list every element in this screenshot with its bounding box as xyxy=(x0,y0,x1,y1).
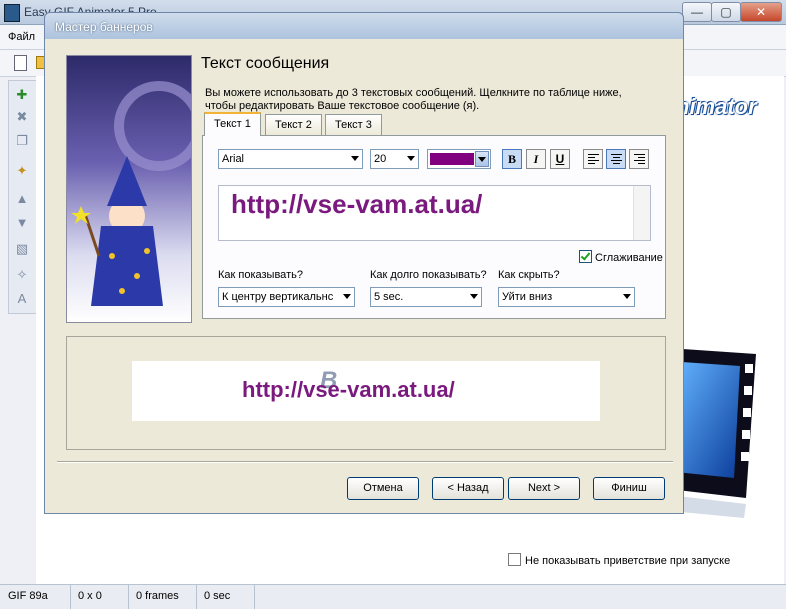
show-mode-label: Как показывать? xyxy=(218,269,303,281)
text-tab-panel: Arial 20 B I U http://vse-vam.at.ua/ Сгл… xyxy=(202,135,666,319)
statusbar: GIF 89a 0 x 0 0 frames 0 sec xyxy=(0,584,786,609)
banner-wizard-dialog: Мастер баннеров Текст сообщения Вы может… xyxy=(44,12,684,514)
brand-logo-text: nimator xyxy=(676,94,757,119)
duration-label: Как долго показывать? xyxy=(370,269,487,281)
smoothing-checkbox[interactable]: Сглаживание xyxy=(579,250,663,264)
wizard-illustration xyxy=(66,55,192,323)
move-down-icon[interactable]: ▼ xyxy=(14,215,30,231)
chevron-down-icon xyxy=(478,157,486,162)
status-duration: 0 sec xyxy=(196,585,255,609)
smoothing-label: Сглаживание xyxy=(595,252,663,264)
align-center-icon xyxy=(611,154,622,166)
text-color-picker[interactable] xyxy=(427,149,491,169)
dialog-title: Мастер баннеров xyxy=(55,20,153,34)
show-mode-value: К центру вертикальнс xyxy=(222,291,334,303)
dont-show-label: Не показывать приветствие при запуске xyxy=(525,555,731,567)
show-mode-select[interactable]: К центру вертикальнс xyxy=(218,287,355,307)
hide-mode-label: Как скрыть? xyxy=(498,269,560,281)
move-up-icon[interactable]: ▲ xyxy=(14,191,30,207)
new-file-icon[interactable] xyxy=(14,55,27,71)
duration-select[interactable]: 5 sec. xyxy=(370,287,482,307)
effects-wand-icon[interactable]: ✧ xyxy=(14,267,30,283)
tab-text-3[interactable]: Текст 3 xyxy=(325,114,382,135)
duration-value: 5 sec. xyxy=(374,291,404,303)
page-description: Вы можете использовать до 3 текстовых со… xyxy=(205,87,622,112)
align-center-button[interactable] xyxy=(606,149,626,169)
color-swatch xyxy=(430,153,474,165)
page-heading: Текст сообщения xyxy=(201,55,330,72)
preview-text: http://vse-vam.at.ua/ xyxy=(242,377,455,402)
dialog-body: Текст сообщения Вы можете использовать д… xyxy=(44,39,684,514)
align-left-icon xyxy=(588,154,599,166)
message-scrollbar[interactable] xyxy=(633,186,650,240)
font-name-select[interactable]: Arial xyxy=(218,149,363,169)
chevron-down-icon xyxy=(343,294,351,299)
back-button[interactable]: < Назад xyxy=(432,477,504,500)
dialog-titlebar: Мастер баннеров xyxy=(44,12,684,40)
checkbox-box[interactable] xyxy=(508,553,521,566)
next-button[interactable]: Next > xyxy=(508,477,580,500)
align-right-button[interactable] xyxy=(629,149,649,169)
color-dropdown-button[interactable] xyxy=(475,151,489,167)
cancel-button[interactable]: Отмена xyxy=(347,477,419,500)
status-format: GIF 89a xyxy=(0,585,71,609)
bold-button[interactable]: B xyxy=(502,149,522,169)
menu-file[interactable]: Файл xyxy=(8,31,35,43)
chevron-down-icon xyxy=(351,156,359,161)
font-size-select[interactable]: 20 xyxy=(370,149,419,169)
chevron-down-icon xyxy=(623,294,631,299)
chevron-down-icon xyxy=(470,294,478,299)
resize-icon[interactable]: ▧ xyxy=(14,241,30,257)
message-value: http://vse-vam.at.ua/ xyxy=(231,189,483,219)
add-frame-icon[interactable]: ✚ xyxy=(14,87,30,103)
duplicate-frame-icon[interactable]: ❐ xyxy=(14,133,30,149)
hide-mode-value: Уйти вниз xyxy=(502,291,553,303)
side-toolbar: ✚ ✖ ❐ ✦ ▲ ▼ ▧ ✧ A xyxy=(8,80,38,314)
chevron-down-icon xyxy=(407,156,415,161)
checkbox-checked-icon[interactable] xyxy=(579,250,592,263)
wizard-icon xyxy=(71,81,191,306)
dont-show-welcome-checkbox[interactable]: Не показывать приветствие при запуске xyxy=(508,553,730,567)
tab-text-1[interactable]: Текст 1 xyxy=(204,112,261,136)
dialog-separator xyxy=(57,461,673,463)
align-left-button[interactable] xyxy=(583,149,603,169)
font-name-value: Arial xyxy=(222,153,245,165)
italic-button[interactable]: I xyxy=(526,149,546,169)
preview-banner: B http://vse-vam.at.ua/ xyxy=(132,361,600,421)
minimize-button[interactable]: — xyxy=(682,2,712,22)
insert-image-icon[interactable]: ✦ xyxy=(14,163,30,179)
text-icon[interactable]: A xyxy=(14,291,30,307)
finish-button[interactable]: Финиш xyxy=(593,477,665,500)
font-size-value: 20 xyxy=(374,153,387,165)
close-button[interactable]: ✕ xyxy=(740,2,782,22)
tab-text-2[interactable]: Текст 2 xyxy=(265,114,322,135)
align-right-icon xyxy=(634,154,645,166)
preview-area: B http://vse-vam.at.ua/ xyxy=(66,336,666,450)
delete-frame-icon[interactable]: ✖ xyxy=(14,109,30,125)
hide-mode-select[interactable]: Уйти вниз xyxy=(498,287,635,307)
underline-button[interactable]: U xyxy=(550,149,570,169)
maximize-button[interactable]: ▢ xyxy=(711,2,741,22)
message-textarea[interactable]: http://vse-vam.at.ua/ xyxy=(218,185,651,241)
status-dimensions: 0 x 0 xyxy=(70,585,129,609)
app-film-icon xyxy=(4,4,20,22)
status-frames: 0 frames xyxy=(128,585,197,609)
